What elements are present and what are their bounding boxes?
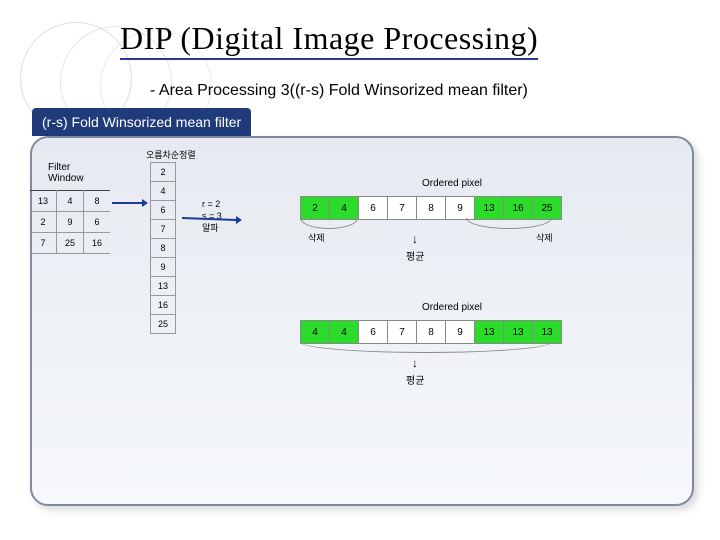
sorted-label: 오름차순정렬 (146, 148, 196, 161)
filter-window-grid: 1348 296 72516 (30, 190, 110, 254)
ordered-row-2: 4 4 6 7 8 9 13 13 13 (300, 320, 562, 344)
section-tab: (r-s) Fold Winsorized mean filter (32, 108, 251, 136)
ordered-label-1: Ordered pixel (422, 178, 482, 189)
ordered-label-2: Ordered pixel (422, 302, 482, 313)
ordered-row-1: 2 4 6 7 8 9 13 16 25 (300, 196, 562, 220)
arrow-icon (112, 202, 142, 204)
sorted-column: 2 4 6 7 8 9 13 16 25 (150, 162, 176, 334)
delete-right-label: 삭제 (536, 231, 553, 244)
average-label-2: 평균 (406, 372, 424, 387)
filter-window-label: Filter Window (48, 162, 84, 184)
delete-left-label: 삭제 (308, 231, 325, 244)
down-arrow-icon: ↓ (412, 356, 418, 370)
rs-note: r = 2 s = 3 알파 (202, 198, 222, 234)
page-subtitle: - Area Processing 3((r-s) Fold Winsorize… (150, 82, 528, 100)
page-title: DIP (Digital Image Processing) (120, 20, 538, 57)
down-arrow-icon: ↓ (412, 232, 418, 246)
average-label-1: 평균 (406, 248, 424, 263)
